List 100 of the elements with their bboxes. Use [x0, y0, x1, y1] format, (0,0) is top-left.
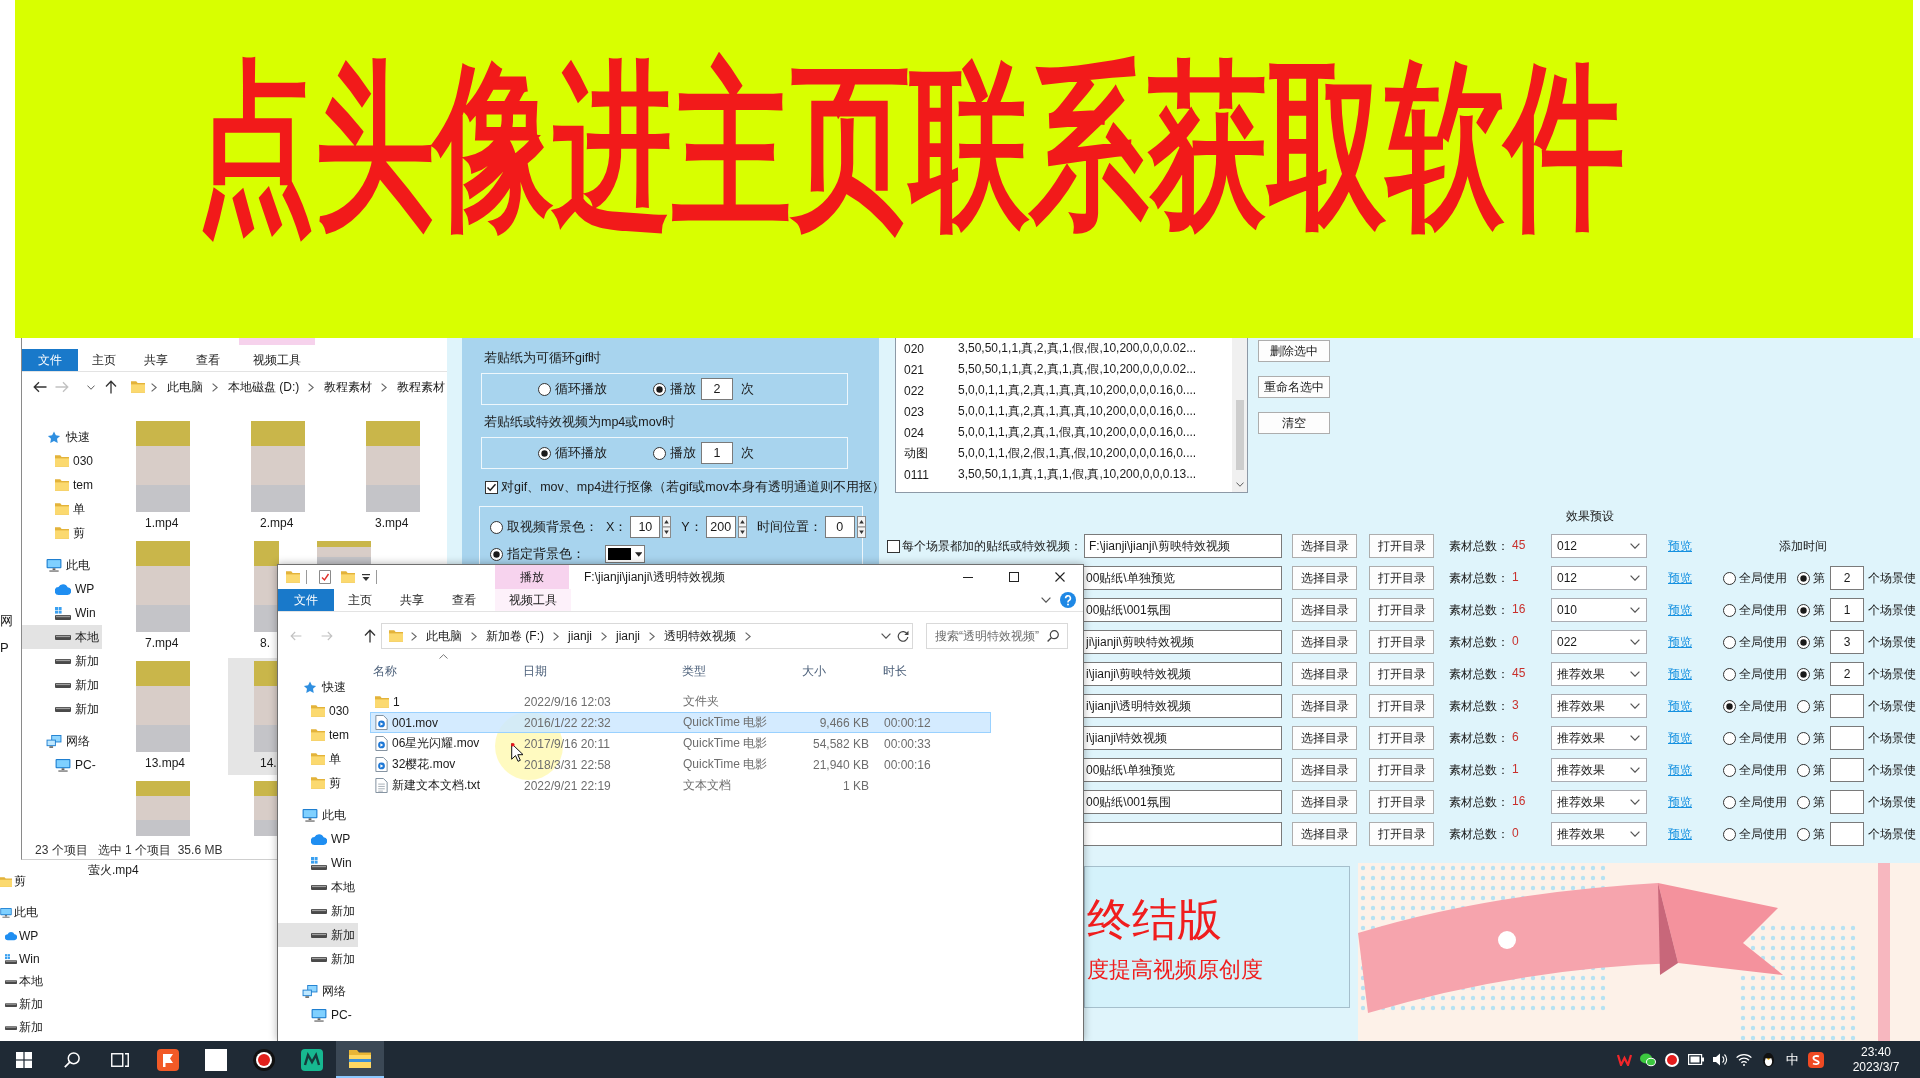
radio-option[interactable]: 全局使用	[1723, 569, 1789, 587]
ribbon-tab[interactable]: 文件	[22, 349, 78, 371]
penguin-icon[interactable]	[1761, 1052, 1775, 1067]
radio-option[interactable]: 第	[1797, 601, 1825, 619]
breadcrumb-item[interactable]: 此电脑	[426, 627, 462, 645]
file-row[interactable]: 新建文本文档.txt 2022/9/21 22:19 文本文档 1 KB	[370, 775, 991, 796]
scene-number-field[interactable]: 2	[1830, 662, 1864, 686]
preset-dropdown[interactable]: 010	[1551, 598, 1647, 622]
nav-item[interactable]: tem	[22, 473, 102, 497]
breadcrumb-item[interactable]: jianji	[616, 629, 641, 643]
clock-date[interactable]: 2023/3/7	[1852, 1059, 1900, 1075]
scrollbar[interactable]	[1232, 338, 1247, 492]
nav-item[interactable]: Win	[278, 851, 358, 875]
up-arrow-icon[interactable]	[364, 629, 376, 643]
ribbon-tab[interactable]: 查看	[182, 349, 234, 371]
nav-item[interactable]: 新加	[278, 899, 358, 923]
thumbnail-item[interactable]: 3.mp4	[343, 418, 443, 535]
thumbnail-item[interactable]: 8.	[228, 538, 279, 655]
radio-option[interactable]: 全局使用	[1723, 825, 1789, 843]
breadcrumb-item[interactable]: 此电脑	[167, 378, 203, 396]
path-field[interactable]: i\jianji\特效视频	[1084, 726, 1282, 750]
nav-item[interactable]: 本地	[22, 625, 102, 649]
ribbon-tab[interactable]: 主页	[78, 349, 130, 371]
nav-item[interactable]: 剪	[278, 771, 358, 795]
open-folder-button[interactable]: 打开目录	[1369, 662, 1434, 686]
path-field[interactable]: 00贴纸\单独预览	[1084, 566, 1282, 590]
radio-option[interactable]: 第	[1797, 697, 1825, 715]
radio-option[interactable]: 全局使用	[1723, 633, 1789, 651]
nav-item[interactable]: Win	[22, 601, 102, 625]
scene-number-field[interactable]	[1830, 758, 1864, 782]
list-action-button[interactable]: 清空	[1258, 412, 1330, 434]
nav-item[interactable]: 新加	[0, 1016, 60, 1039]
browse-button[interactable]: 选择目录	[1292, 694, 1357, 718]
list-row[interactable]: 024 5,0,0,1,1,真,2,真,1,假,真,10,200,0,0,0.16,0....	[896, 422, 1232, 443]
preset-dropdown[interactable]: 推荐效果	[1551, 726, 1647, 750]
ribbon-tab[interactable]: 共享	[386, 589, 438, 611]
column-header[interactable]: 类型	[682, 662, 706, 680]
nav-item[interactable]: 新加	[22, 697, 102, 721]
radio-option[interactable]: 第	[1797, 729, 1825, 747]
radio-option[interactable]: 全局使用	[1723, 761, 1789, 779]
nav-item[interactable]: 剪	[0, 870, 60, 893]
nav-item[interactable]: 030	[22, 449, 102, 473]
ribbon-tab[interactable]: 视频工具	[495, 589, 571, 611]
list-row[interactable]: 动图 5,0,0,1,1,假,2,假,1,真,假,10,200,0,0,0.16,0....	[896, 443, 1232, 464]
thumbnail-item[interactable]: 7.mp4	[113, 538, 213, 655]
radio-option[interactable]: 第	[1797, 633, 1825, 651]
nav-item[interactable]: 单	[22, 497, 102, 521]
nav-item[interactable]: 新加	[278, 923, 358, 947]
path-field[interactable]: 00贴纸\单独预览	[1084, 758, 1282, 782]
radio-option[interactable]: 第	[1797, 825, 1825, 843]
thumbnail-item[interactable]: 13.mp4	[113, 658, 213, 775]
preset-dropdown[interactable]: 推荐效果	[1551, 790, 1647, 814]
taskbar-button[interactable]	[336, 1041, 384, 1078]
wifi-icon[interactable]	[1736, 1053, 1752, 1066]
ribbon-tab[interactable]: 文件	[278, 589, 334, 611]
times-field[interactable]: 1	[701, 442, 733, 464]
browse-button[interactable]: 选择目录	[1292, 534, 1357, 558]
breadcrumb-item[interactable]: 教程素材	[397, 378, 446, 396]
nav-item[interactable]: WP	[278, 827, 358, 851]
radio-option[interactable]: 取视频背景色：	[490, 518, 598, 536]
nav-item[interactable]: 本地	[278, 875, 358, 899]
checkbox-option[interactable]: 对gif、mov、mp4进行抠像（若gif或mov本身有透明通道则不用抠）	[485, 479, 885, 495]
ribbon-tab[interactable]: 主页	[334, 589, 386, 611]
number-field[interactable]: 200	[705, 516, 736, 538]
file-row[interactable]: 32樱花.mov 2018/3/31 22:58 QuickTime 电影 21,940 KB 00:00:16	[370, 754, 991, 775]
open-folder-button[interactable]: 打开目录	[1369, 534, 1434, 558]
file-row[interactable]: 06星光闪耀.mov 2017/9/16 20:11 QuickTime 电影 54,582 KB 00:00:33	[370, 733, 991, 754]
nav-item[interactable]: 单	[278, 747, 358, 771]
thumbnail-item[interactable]: 1.mp4	[113, 418, 213, 535]
list-action-button[interactable]: 删除选中	[1258, 340, 1330, 362]
nav-item[interactable]: 快速	[278, 675, 358, 699]
nav-item[interactable]: 此电	[0, 901, 60, 924]
nav-item[interactable]: 此电	[22, 553, 102, 577]
breadcrumb-item[interactable]: 新加卷 (F:)	[486, 627, 544, 645]
radio-option[interactable]: 第	[1797, 793, 1825, 811]
browse-button[interactable]: 选择目录	[1292, 630, 1357, 654]
radio-option[interactable]: 第	[1797, 665, 1825, 683]
clock-time[interactable]: 23:40	[1861, 1044, 1891, 1060]
open-folder-button[interactable]: 打开目录	[1369, 758, 1434, 782]
ribbon-tab[interactable]: 共享	[130, 349, 182, 371]
dropdown-caret-icon[interactable]	[362, 573, 370, 581]
breadcrumb-item[interactable]: 本地磁盘 (D:)	[228, 378, 300, 396]
file-label[interactable]: 萤火.mp4	[88, 862, 139, 878]
chat-bubbles-icon[interactable]	[1640, 1052, 1656, 1067]
column-header[interactable]: 大小	[802, 662, 826, 680]
column-header[interactable]: 时长	[883, 662, 907, 680]
spinner-arrows-icon[interactable]	[737, 516, 747, 538]
zigzag-mark-icon[interactable]	[1616, 1053, 1632, 1066]
ribbon-tab[interactable]: 查看	[438, 589, 490, 611]
open-folder-button[interactable]: 打开目录	[1369, 726, 1434, 750]
nav-item[interactable]: WP	[0, 924, 60, 947]
back-arrow-icon[interactable]	[33, 381, 47, 393]
column-header[interactable]: 名称	[373, 662, 397, 680]
nav-item[interactable]: 网	[0, 612, 21, 630]
radio-option[interactable]: 第	[1797, 761, 1825, 779]
list-row[interactable]: 023 5,0,0,1,1,真,2,真,1,真,真,10,200,0,0,0.16,0....	[896, 401, 1232, 422]
path-field[interactable]: i\jianji\透明特效视频	[1084, 694, 1282, 718]
list-row[interactable]: 0111 3,50,50,1,1,真,1,真,1,假,真,10,200,0,0,0.13...	[896, 464, 1232, 485]
path-field[interactable]: ji\jianji\剪映特效视频	[1084, 630, 1282, 654]
preset-dropdown[interactable]: 012	[1551, 566, 1647, 590]
